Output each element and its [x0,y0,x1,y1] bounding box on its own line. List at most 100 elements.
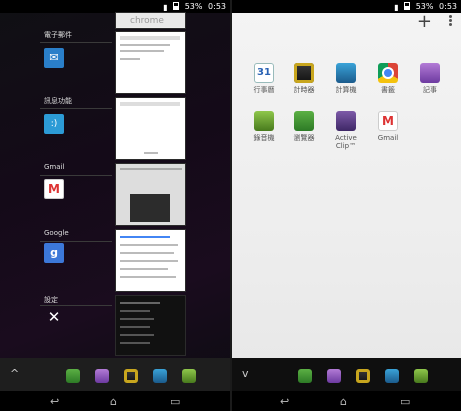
thumb-line [120,102,180,106]
home-icon[interactable]: ⌂ [110,395,117,408]
thumb-line [120,236,170,238]
thumbnail-messages[interactable] [115,97,186,160]
separator [40,305,112,306]
thumb-line [120,252,174,254]
gmail-icon: M [44,179,64,199]
back-icon[interactable]: ↩ [280,395,289,408]
recent-app-messages[interactable]: 訊息功能 :) [0,96,112,156]
thumb-popup-menu [130,194,170,222]
recent-app-label: Gmail [44,163,65,171]
thumbnail-mail[interactable] [115,31,186,94]
battery-icon [173,2,180,10]
calculator-icon[interactable] [385,369,399,383]
separator [40,175,112,176]
notes-icon[interactable] [95,369,109,383]
separator [40,42,112,43]
app-calculator[interactable]: 計算機 [326,63,366,94]
thumb-line [120,318,154,320]
app-bookmarks[interactable]: 書籤 [368,63,408,94]
thumbnail-chrome[interactable]: chrome [115,12,186,29]
add-button[interactable]: + [417,13,432,31]
battery-percent: 53% [184,2,203,11]
thumb-line [120,326,150,328]
timer-icon[interactable] [124,369,138,383]
mail-icon: ✉ [44,48,64,68]
recent-app-settings[interactable]: 設定 ✕ [0,295,112,355]
thumbnail-google[interactable] [115,229,186,292]
browser-icon[interactable] [298,369,312,383]
thumb-line [120,302,160,304]
recent-apps-panel: ▮ 53% 0:53 電子郵件 ✉ 訊息功能 :) Gmail M Google… [0,0,230,411]
app-label: 行事曆 [253,86,275,94]
home-icon[interactable]: ⌂ [340,395,347,408]
recent-app-google[interactable]: Google g [0,229,112,289]
dock-collapse-button[interactable]: ^ [10,367,19,380]
gmail-icon: M [378,111,398,131]
thumbnail-gmail[interactable] [115,163,186,226]
overflow-menu-icon[interactable] [449,15,453,27]
thumb-line [120,334,154,336]
clock: 0:53 [208,2,226,11]
recent-app-mail[interactable]: 電子郵件 ✉ [0,30,112,90]
app-label: 書籤 [381,86,395,94]
calculator-icon [336,63,356,83]
active-clip-icon [336,111,356,131]
recent-apps-icon[interactable]: ▭ [170,395,180,408]
chrome-logo-text: chrome [130,16,164,26]
chrome-bookmarks-icon [378,63,398,83]
thumb-line [120,44,170,46]
signal-icon: ▮ [163,3,168,12]
separator [40,241,112,242]
message-icon: :) [44,114,64,134]
app-label: 記事 [423,86,437,94]
recent-app-label: Google [44,229,69,237]
timer-icon[interactable] [356,369,370,383]
thumb-line [120,50,164,52]
calculator-icon[interactable] [153,369,167,383]
app-label: 錄音機 [253,134,275,142]
notes-icon[interactable] [327,369,341,383]
voice-recorder-icon [254,111,274,131]
navigation-bar: ↩ ⌂ ▭ [232,391,461,411]
recent-app-label: 訊息功能 [44,97,72,105]
thumb-line [120,168,182,170]
thumbnail-settings[interactable] [115,295,186,356]
small-apps-dock: ^ [0,358,230,391]
browser-icon [294,111,314,131]
recent-app-label: 設定 [44,296,58,304]
google-icon: g [44,243,64,263]
browser-icon[interactable] [66,369,80,383]
app-timer[interactable]: 計時器 [284,63,324,94]
back-icon[interactable]: ↩ [50,395,59,408]
settings-icon: ✕ [47,308,61,326]
voice-recorder-icon[interactable] [182,369,196,383]
app-voice-recorder[interactable]: 錄音機 [244,111,284,142]
app-calendar[interactable]: 31 行事曆 [244,63,284,94]
separator [40,108,112,109]
app-gmail[interactable]: M Gmail [368,111,408,142]
thumb-line [120,310,150,312]
thumb-line [144,152,158,154]
recent-apps-icon[interactable]: ▭ [400,395,410,408]
small-apps-dock: v [232,358,461,391]
app-browser[interactable]: 瀏覽器 [284,111,324,142]
voice-recorder-icon[interactable] [414,369,428,383]
thumb-line [120,342,150,344]
app-label: Active Clip™ [335,134,357,150]
clock: 0:53 [439,2,457,11]
battery-percent: 53% [415,2,434,11]
recent-app-gmail[interactable]: Gmail M [0,163,112,223]
dock-expand-button[interactable]: v [242,367,249,380]
thumb-line [120,58,140,60]
notes-icon [420,63,440,83]
thumb-line [120,36,180,40]
signal-icon: ▮ [394,3,399,12]
navigation-bar: ↩ ⌂ ▭ [0,391,230,411]
app-notes[interactable]: 記事 [410,63,450,94]
app-label: 計時器 [293,86,315,94]
app-active-clip[interactable]: Active Clip™ [326,111,366,150]
small-apps-panel: ▮ 53% 0:53 + 31 行事曆 計時器 計算機 書籤 記事 錄音機 瀏覽… [232,0,461,411]
app-label: Gmail [377,134,399,142]
battery-icon [404,2,411,10]
calendar-icon: 31 [254,63,274,83]
